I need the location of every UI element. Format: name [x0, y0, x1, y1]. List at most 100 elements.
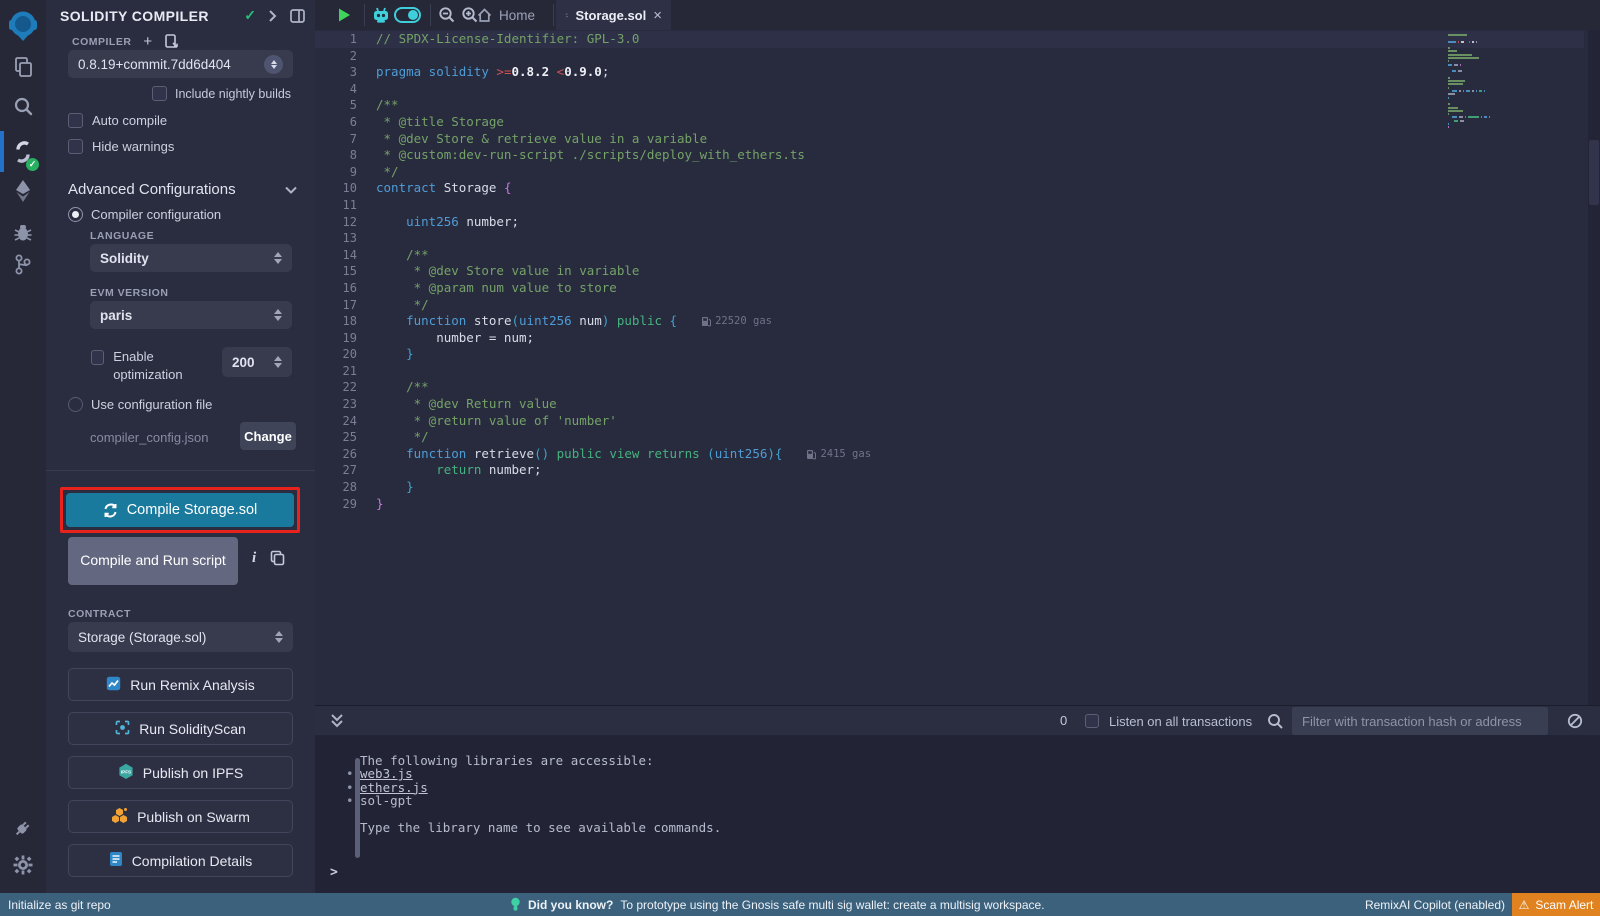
- code-line[interactable]: 28 }: [315, 479, 871, 496]
- tab-close-icon[interactable]: ×: [653, 7, 662, 24]
- evm-version-select[interactable]: paris: [90, 301, 292, 329]
- run-solidityscan-button[interactable]: Run SolidityScan: [68, 712, 293, 745]
- solidityscan-icon: [115, 720, 130, 738]
- optimization-runs-input[interactable]: 200: [222, 347, 292, 377]
- search-icon[interactable]: [0, 94, 46, 118]
- transaction-filter-input[interactable]: [1292, 707, 1548, 735]
- code-line[interactable]: 20 }: [315, 346, 871, 363]
- pin-panel-icon[interactable]: [290, 9, 305, 23]
- advanced-config-toggle[interactable]: Advanced Configurations: [68, 181, 297, 198]
- code-line[interactable]: 23 * @dev Return value: [315, 396, 871, 413]
- line-text: }: [376, 346, 414, 363]
- nightly-builds-checkbox[interactable]: [152, 86, 167, 101]
- code-line[interactable]: 29}: [315, 496, 871, 513]
- code-line[interactable]: 27 return number;: [315, 462, 871, 479]
- code-line[interactable]: 10contract Storage {: [315, 180, 871, 197]
- deploy-run-icon[interactable]: [0, 178, 46, 204]
- use-config-file-radio[interactable]: [68, 397, 83, 412]
- code-line[interactable]: 4: [315, 81, 871, 98]
- copilot-status[interactable]: RemixAI Copilot (enabled): [1365, 898, 1505, 912]
- minimap[interactable]: [1448, 34, 1588, 130]
- listen-all-transactions-checkbox[interactable]: [1085, 714, 1099, 728]
- code-line[interactable]: 9 */: [315, 164, 871, 181]
- publish-on-swarm-button[interactable]: Publish on Swarm: [68, 800, 293, 833]
- copilot-toggle[interactable]: [394, 7, 421, 23]
- publish-on-ipfs-button[interactable]: IPFSPublish on IPFS: [68, 756, 293, 789]
- line-text: // SPDX-License-Identifier: GPL-3.0: [376, 31, 639, 48]
- code-line[interactable]: 11: [315, 197, 871, 214]
- settings-gear-icon[interactable]: [0, 852, 46, 878]
- code-line[interactable]: 17 */: [315, 297, 871, 314]
- run-remix-analysis-button[interactable]: Run Remix Analysis: [68, 668, 293, 701]
- line-text: /**: [376, 247, 429, 264]
- code-line[interactable]: 7 * @dev Store & retrieve value in a var…: [315, 131, 871, 148]
- terminal-prompt[interactable]: >: [330, 865, 338, 880]
- tab-home[interactable]: Home: [477, 0, 535, 30]
- code-line[interactable]: 25 */: [315, 429, 871, 446]
- editor-scrollbar-track[interactable]: [1588, 30, 1600, 705]
- line-number: 18: [315, 313, 376, 330]
- code-line[interactable]: 3pragma solidity >=0.8.2 <0.9.0;: [315, 64, 871, 81]
- change-config-button[interactable]: Change: [240, 422, 296, 450]
- forward-chevron-icon[interactable]: [268, 9, 277, 23]
- scam-alert-button[interactable]: ⚠ Scam Alert: [1512, 893, 1600, 916]
- transaction-count: 0: [1060, 713, 1067, 728]
- debugger-icon[interactable]: [0, 219, 46, 245]
- clear-console-icon[interactable]: [1567, 713, 1583, 729]
- code-line[interactable]: 8 * @custom:dev-run-script ./scripts/dep…: [315, 147, 871, 164]
- contract-select[interactable]: Storage (Storage.sol): [68, 622, 293, 652]
- run-script-play-icon[interactable]: [336, 7, 352, 23]
- code-line[interactable]: 16 * @param num value to store: [315, 280, 871, 297]
- line-number: 4: [315, 81, 376, 98]
- code-line[interactable]: 5/**: [315, 97, 871, 114]
- terminal-search-icon[interactable]: [1267, 713, 1284, 730]
- code-line[interactable]: 18 function store(uint256 num) public {2…: [315, 313, 871, 330]
- code-line[interactable]: 22 /**: [315, 379, 871, 396]
- tip-text: To prototype using the Gnosis safe multi…: [620, 898, 1044, 912]
- compile-button[interactable]: Compile Storage.sol: [66, 493, 294, 527]
- compiler-version-select[interactable]: 0.8.19+commit.7dd6d404: [68, 50, 293, 78]
- code-line[interactable]: 26 function retrieve() public view retur…: [315, 446, 871, 463]
- chevron-down-icon: [285, 186, 297, 194]
- enable-optimization-checkbox[interactable]: [91, 350, 104, 365]
- plugin-manager-icon[interactable]: [0, 815, 46, 841]
- tab-storage-sol[interactable]: Storage.sol ×: [556, 0, 671, 30]
- add-compiler-icon[interactable]: +: [143, 33, 152, 50]
- zoom-out-icon[interactable]: [438, 6, 456, 24]
- git-icon[interactable]: [0, 252, 46, 278]
- code-line[interactable]: 6 * @title Storage: [315, 114, 871, 131]
- line-number: 9: [315, 164, 376, 181]
- ai-assistant-robot-icon[interactable]: [371, 5, 391, 25]
- language-select[interactable]: Solidity: [90, 244, 292, 272]
- code-line[interactable]: 2: [315, 48, 871, 65]
- git-init-status[interactable]: Initialize as git repo: [8, 898, 111, 912]
- panel-scrollbar-thumb[interactable]: [355, 758, 360, 858]
- compile-and-run-button[interactable]: Compile and Run script: [68, 537, 238, 585]
- line-number: 19: [315, 330, 376, 347]
- line-number: 3: [315, 64, 376, 81]
- version-stepper-icon[interactable]: [264, 55, 283, 74]
- solidity-compiler-icon[interactable]: ✓: [0, 137, 46, 167]
- copy-icon[interactable]: [270, 550, 285, 566]
- hide-warnings-checkbox[interactable]: [68, 139, 83, 154]
- terminal-collapse-icon[interactable]: [330, 712, 344, 730]
- auto-compile-checkbox[interactable]: [68, 113, 83, 128]
- code-line[interactable]: 12 uint256 number;: [315, 214, 871, 231]
- code-line[interactable]: 19 number = num;: [315, 330, 871, 347]
- compilation-details-button[interactable]: Compilation Details: [68, 844, 293, 877]
- compiler-config-radio[interactable]: [68, 207, 83, 222]
- file-explorer-icon[interactable]: [0, 54, 46, 80]
- code-line[interactable]: 13: [315, 230, 871, 247]
- code-line[interactable]: 24 * @return value of 'number': [315, 413, 871, 430]
- import-compiler-icon[interactable]: [164, 34, 178, 49]
- code-line[interactable]: 21: [315, 363, 871, 380]
- remix-logo-icon[interactable]: [0, 8, 46, 46]
- editor-scrollbar-thumb[interactable]: [1589, 140, 1599, 205]
- code-line[interactable]: 14 /**: [315, 247, 871, 264]
- analysis-icon: [106, 676, 121, 694]
- code-line[interactable]: 1// SPDX-License-Identifier: GPL-3.0: [315, 31, 871, 48]
- code-line[interactable]: 15 * @dev Store value in variable: [315, 263, 871, 280]
- home-icon: [477, 8, 492, 23]
- info-icon[interactable]: i: [252, 550, 256, 567]
- code-editor[interactable]: 1// SPDX-License-Identifier: GPL-3.023pr…: [315, 30, 1600, 705]
